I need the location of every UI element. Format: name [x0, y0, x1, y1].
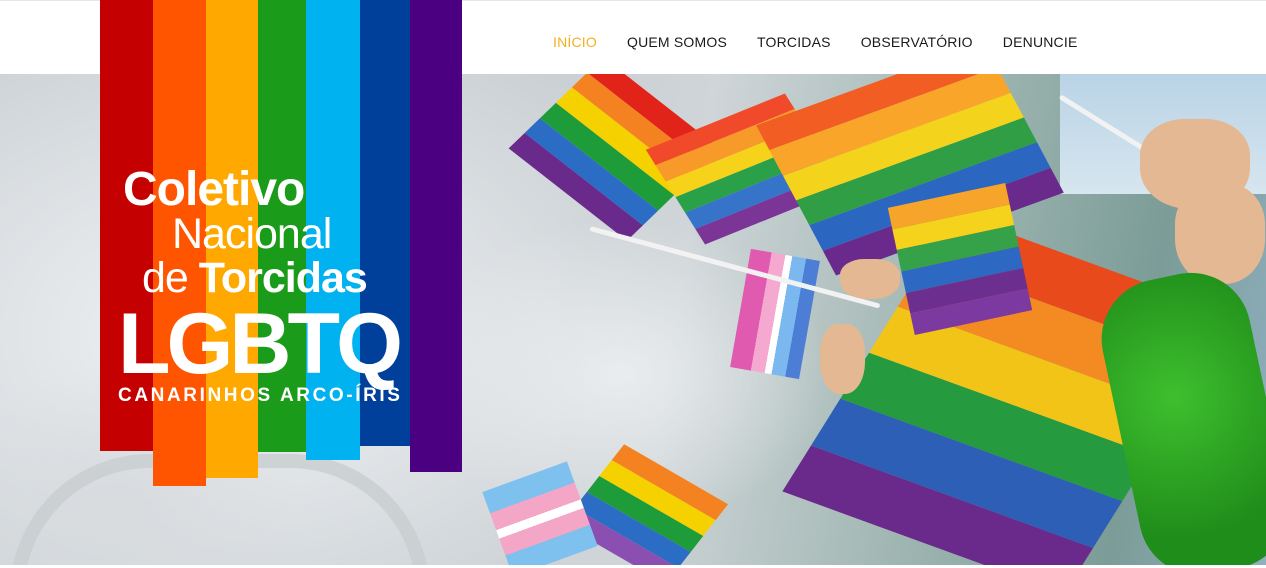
logo-wordmark: Coletivo Nacional de Torcidas LGBTQ CANA… — [100, 0, 462, 486]
nav-link-observatorio[interactable]: OBSERVATÓRIO — [861, 34, 973, 50]
nav-link-quem-somos[interactable]: QUEM SOMOS — [627, 34, 727, 50]
logo-line-coletivo: Coletivo — [123, 163, 305, 216]
logo-line-canarinhos: CANARINHOS ARCO-ÍRIS — [118, 385, 403, 406]
main-nav: INÍCIO QUEM SOMOS TORCIDAS OBSERVATÓRIO … — [553, 34, 1108, 50]
logo-line-lgbtq: LGBTQ — [118, 296, 403, 392]
hand — [840, 259, 900, 299]
site-logo[interactable]: Coletivo Nacional de Torcidas LGBTQ CANA… — [100, 0, 462, 486]
logo-line-de-torcidas: de Torcidas — [142, 254, 368, 302]
nav-link-denuncie[interactable]: DENUNCIE — [1003, 34, 1078, 50]
nav-link-torcidas[interactable]: TORCIDAS — [757, 34, 831, 50]
nav-link-inicio[interactable]: INÍCIO — [553, 34, 597, 50]
hand — [820, 324, 865, 394]
face — [1175, 184, 1265, 284]
logo-line-nacional: Nacional — [172, 210, 332, 258]
